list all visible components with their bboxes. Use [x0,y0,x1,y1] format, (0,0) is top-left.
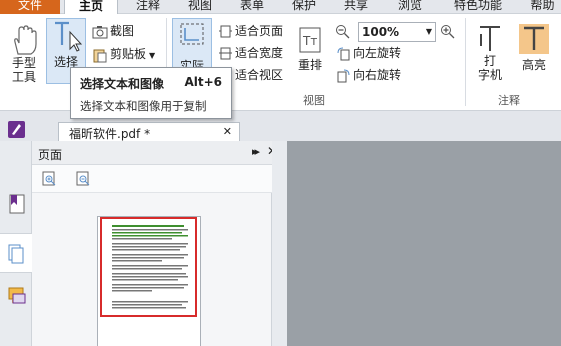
menu-tab-help[interactable]: 帮助 [524,0,561,14]
reflow-icon: Tт [299,27,321,53]
comments-icon[interactable] [7,286,27,306]
hand-tool-label-2: 工具 [11,70,36,84]
screenshot-label: 截图 [110,24,135,38]
zoom-value: 100% [362,25,400,39]
pages-panel-toolbar [32,165,272,193]
thumbnail-visible-area-frame[interactable] [100,217,197,317]
typewriter-button[interactable]: 打 字机 [472,24,508,82]
reflow-button[interactable]: Tт 重排 [292,26,328,72]
enlarge-thumbnail-icon[interactable] [42,171,58,187]
collapse-panel-icon[interactable]: ▸▸ [252,145,260,158]
menu-tab-comment[interactable]: 注释 [128,0,168,14]
pages-nav-tab[interactable] [0,233,32,273]
menu-tab-share[interactable]: 共享 [336,0,376,14]
camera-icon [92,25,108,38]
fit-width-label: 适合宽度 [235,46,284,60]
menu-tab-view[interactable]: 视图 [180,0,220,14]
screenshot-button[interactable]: 截图 [92,22,134,40]
select-tooltip: 选择文本和图像 Alt+6 选择文本和图像用于复制 [70,67,232,119]
highlight-icon [519,24,549,54]
bookmark-icon[interactable] [8,193,26,215]
navigation-strip [0,141,32,346]
actual-size-icon [180,23,204,45]
fit-width-button[interactable]: 适合宽度 [218,44,283,62]
highlight-label: 高亮 [521,58,546,72]
rotate-left-label: 向左旋转 [353,46,402,60]
menu-tab-form[interactable]: 表单 [232,0,272,14]
typewriter-label-1: 打 [483,54,496,68]
fit-width-icon [219,47,232,60]
menu-tab-home[interactable]: 主页 [64,0,118,15]
comment-group-label: 注释 [498,94,520,107]
pages-panel: 页面 ▸▸ ✕ [32,141,277,346]
rotate-left-icon [337,47,350,61]
document-tab[interactable]: 福昕软件.pdf * ✕ [58,122,240,142]
zoom-combo[interactable]: 100% ▼ [358,22,436,42]
view-group-label: 视图 [303,94,325,107]
tooltip-title: 选择文本和图像 [80,77,165,91]
rotate-left-button[interactable]: 向左旋转 [336,44,401,62]
hand-tool-button[interactable]: 手型 工具 [4,24,44,84]
menu-tab-file[interactable]: 文件 [0,0,60,14]
tooltip-description: 选择文本和图像用于复制 [80,99,207,113]
menu-tab-protect[interactable]: 保护 [284,0,324,14]
fit-visible-label: 适合视区 [235,68,284,82]
clipboard-dropdown-icon[interactable]: ▼ [149,51,155,60]
fit-page-icon [219,25,232,38]
document-viewport[interactable] [287,141,561,346]
document-tab-close-icon[interactable]: ✕ [223,125,232,138]
rotate-right-label: 向右旋转 [353,68,402,82]
fit-page-button[interactable]: 适合页面 [218,22,283,40]
foxit-logo-icon [8,121,25,138]
pages-panel-title: 页面 [38,148,63,162]
menu-tab-browse[interactable]: 浏览 [390,0,430,14]
panel-splitter[interactable] [272,141,287,346]
clipboard-label: 剪贴板 [110,47,147,61]
hand-tool-label-1: 手型 [11,56,36,70]
clipboard-icon [93,49,107,62]
highlight-button[interactable]: 高亮 [514,24,554,72]
zoom-in-icon[interactable] [440,24,456,40]
pages-panel-header: 页面 ▸▸ ✕ [32,141,277,165]
reflow-label: 重排 [297,58,322,72]
pages-icon [8,244,24,264]
svg-text:Tт: Tт [302,34,317,48]
rotate-right-icon [337,69,350,83]
document-tab-label: 福昕软件.pdf * [69,127,151,141]
reduce-thumbnail-icon[interactable] [76,171,92,187]
ribbon-separator [465,18,466,106]
menu-bar: 文件 主页 注释 视图 表单 保护 共享 浏览 特色功能 帮助 [0,0,561,15]
fit-page-label: 适合页面 [235,24,284,38]
hand-icon [14,25,37,55]
typewriter-label-2: 字机 [477,68,502,82]
clipboard-button[interactable]: 剪贴板 ▼ [92,45,155,63]
typewriter-icon [480,26,500,51]
tooltip-shortcut: Alt+6 [184,75,222,89]
rotate-right-button[interactable]: 向右旋转 [336,66,401,84]
zoom-out-icon[interactable] [335,24,351,40]
zoom-dropdown-icon[interactable]: ▼ [426,23,432,41]
select-text-image-icon [55,21,82,52]
menu-tab-features[interactable]: 特色功能 [446,0,510,14]
